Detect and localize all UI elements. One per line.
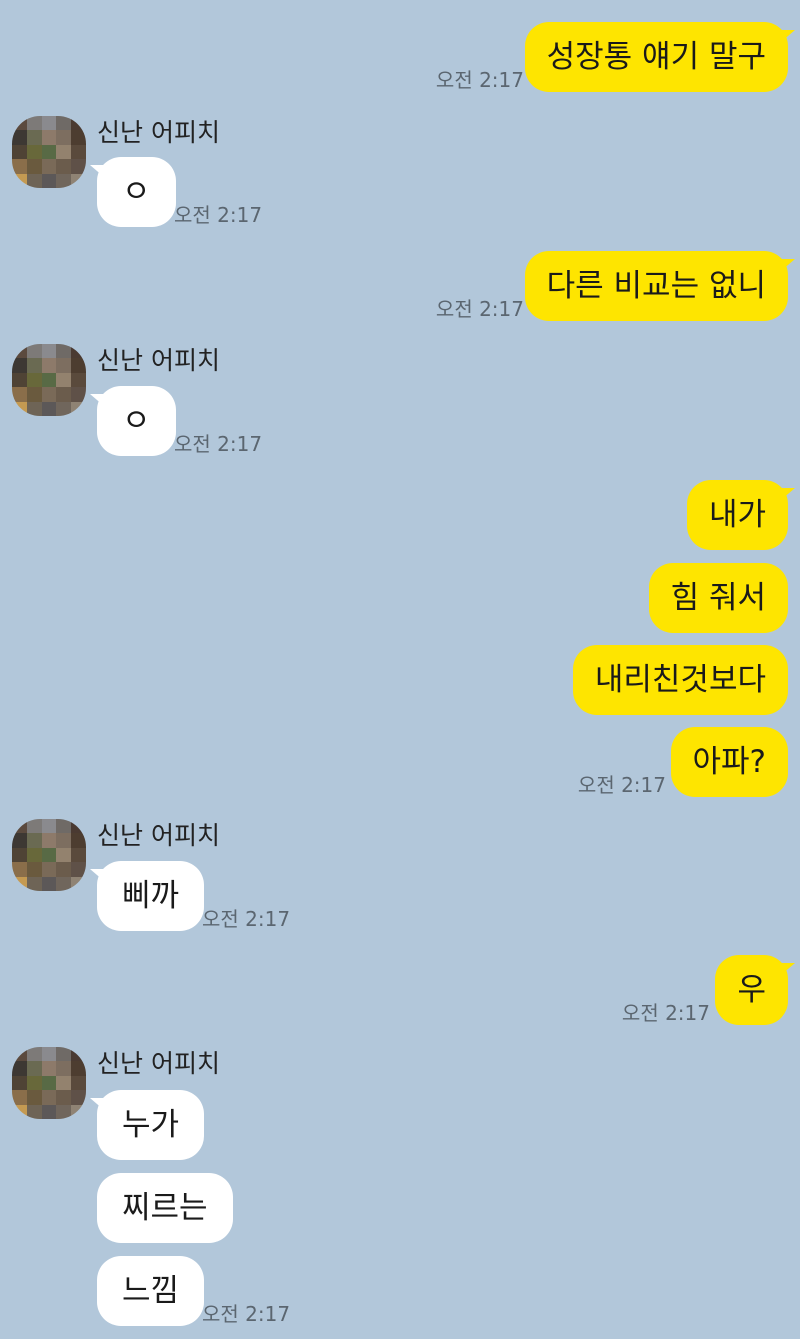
sender-name: 신난 어피치	[97, 118, 220, 147]
incoming-message-bubble[interactable]: 찌르는	[97, 1173, 233, 1243]
outgoing-message-bubble[interactable]: 아파?	[670, 727, 788, 797]
sender-name: 신난 어피치	[97, 346, 220, 375]
outgoing-message-bubble[interactable]: 성장통 얘기 말구	[524, 22, 796, 92]
chat-message-list[interactable]: 성장통 얘기 말구 오전 2:17 신난 어피치 ㅇ 오전 2:17 다른 비교…	[0, 0, 800, 1339]
sender-avatar[interactable]	[12, 116, 86, 188]
outgoing-message-bubble[interactable]: 내가	[686, 480, 796, 550]
incoming-message-bubble[interactable]: ㅇ	[90, 386, 176, 456]
message-timestamp: 오전 2:17	[435, 68, 524, 92]
message-timestamp: 오전 2:17	[202, 907, 291, 931]
outgoing-message-bubble[interactable]: 우	[715, 955, 795, 1025]
outgoing-message-bubble[interactable]: 다른 비교는 없니	[524, 251, 796, 321]
message-timestamp: 오전 2:17	[202, 1302, 291, 1326]
incoming-message-bubble[interactable]: 누가	[89, 1090, 205, 1160]
sender-avatar[interactable]	[12, 344, 86, 416]
message-timestamp: 오전 2:17	[174, 203, 263, 227]
incoming-message-bubble[interactable]: 삐까	[89, 861, 205, 931]
sender-name: 신난 어피치	[97, 1049, 220, 1078]
message-timestamp: 오전 2:17	[577, 773, 666, 797]
outgoing-message-bubble[interactable]: 힘 줘서	[648, 563, 788, 633]
sender-avatar[interactable]	[12, 1047, 86, 1119]
outgoing-message-bubble[interactable]: 내리친것보다	[572, 645, 788, 715]
incoming-message-bubble[interactable]: ㅇ	[90, 157, 176, 227]
message-timestamp: 오전 2:17	[621, 1001, 710, 1025]
message-timestamp: 오전 2:17	[174, 432, 263, 456]
sender-name: 신난 어피치	[97, 821, 220, 850]
message-timestamp: 오전 2:17	[435, 297, 524, 321]
sender-avatar[interactable]	[12, 819, 86, 891]
incoming-message-bubble[interactable]: 느낌	[97, 1256, 205, 1326]
